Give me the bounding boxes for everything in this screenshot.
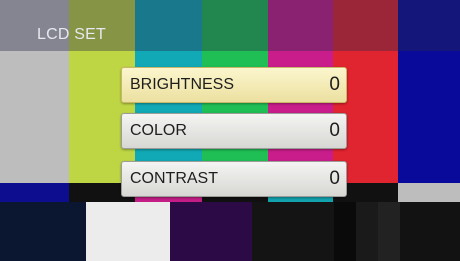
- menu-item-contrast[interactable]: CONTRAST 0: [121, 161, 347, 197]
- color-bar-background: LCD SET BRIGHTNESS 0 COLOR 0 CONTRAST 0: [0, 0, 460, 261]
- pluge-navy: [0, 202, 86, 261]
- menu-item-brightness[interactable]: BRIGHTNESS 0: [121, 67, 347, 103]
- pluge-gray-2: [378, 202, 400, 261]
- menu-item-label: CONTRAST: [130, 170, 218, 187]
- pluge-black-3: [400, 202, 460, 261]
- menu-item-value: 0: [329, 168, 340, 189]
- pluge-black-1: [252, 202, 334, 261]
- menu-item-value: 0: [329, 120, 340, 141]
- menu-item-label: BRIGHTNESS: [130, 76, 235, 93]
- pluge-purple: [170, 202, 252, 261]
- pluge-gray-1: [356, 202, 378, 261]
- pluge-white: [86, 202, 170, 261]
- menu-item-color[interactable]: COLOR 0: [121, 113, 347, 149]
- strip-blue: [0, 183, 69, 202]
- menu-item-label: COLOR: [130, 122, 187, 139]
- menu-item-value: 0: [329, 74, 340, 95]
- strip-gray: [398, 183, 460, 202]
- pluge-black-2: [334, 202, 356, 261]
- menu-title: LCD SET: [37, 26, 106, 43]
